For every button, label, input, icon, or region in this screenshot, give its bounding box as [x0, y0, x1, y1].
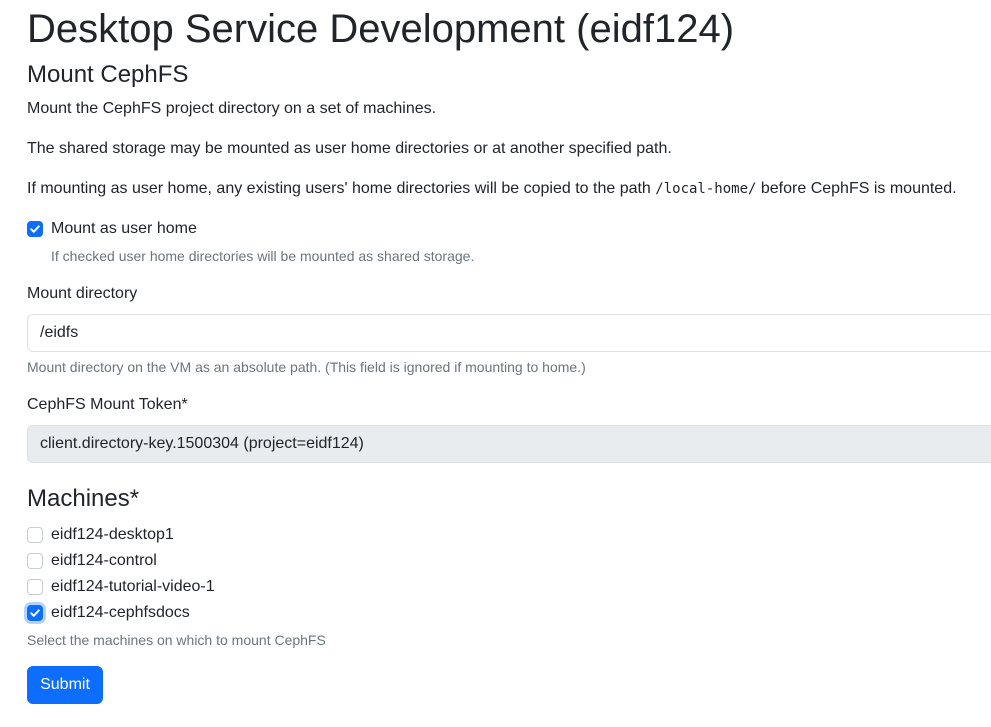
mount-directory-label: Mount directory [27, 285, 138, 302]
page-title: Desktop Service Development (eidf124) [27, 7, 735, 51]
machine-row-desktop1[interactable]: eidf124-desktop1 [27, 524, 174, 546]
mount-home-help: If checked user home directories will be… [51, 248, 475, 264]
checkmark-icon [30, 609, 40, 617]
machine-checkbox[interactable] [27, 579, 43, 595]
intro-text-3-suffix: before CephFS is mounted. [756, 180, 957, 197]
mount-home-checkbox[interactable] [27, 221, 43, 237]
machine-row-cephfsdocs[interactable]: eidf124-cephfsdocs [27, 602, 190, 624]
intro-text-3-prefix: If mounting as user home, any existing u… [27, 180, 656, 197]
intro-text-2: The shared storage may be mounted as use… [27, 140, 672, 157]
mount-home-label: Mount as user home [51, 220, 197, 237]
mount-directory-help: Mount directory on the VM as an absolute… [27, 359, 586, 375]
local-home-path: /local-home/ [655, 181, 757, 197]
intro-text-1: Mount the CephFS project directory on a … [27, 100, 437, 117]
machine-checkbox[interactable] [27, 527, 43, 543]
checkmark-icon [30, 225, 40, 233]
machine-row-tutorial-video-1[interactable]: eidf124-tutorial-video-1 [27, 576, 215, 598]
page: Desktop Service Development (eidf124) Mo… [0, 0, 991, 727]
intro-text-3: If mounting as user home, any existing u… [27, 177, 957, 201]
mount-home-row[interactable]: Mount as user home [27, 218, 197, 240]
machine-checkbox[interactable] [27, 605, 43, 621]
machines-title: Machines* [27, 485, 140, 512]
machine-label: eidf124-cephfsdocs [51, 604, 190, 621]
machine-label: eidf124-tutorial-video-1 [51, 578, 215, 595]
machine-label: eidf124-control [51, 552, 157, 569]
mount-directory-input[interactable] [27, 314, 991, 352]
machines-help: Select the machines on which to mount Ce… [27, 632, 326, 648]
machine-label: eidf124-desktop1 [51, 526, 174, 543]
form-title: Mount CephFS [27, 61, 189, 88]
mount-token-label: CephFS Mount Token* [27, 396, 188, 413]
machine-checkbox[interactable] [27, 553, 43, 569]
submit-button[interactable]: Submit [27, 666, 103, 704]
mount-token-input[interactable] [27, 425, 991, 463]
machine-row-control[interactable]: eidf124-control [27, 550, 157, 572]
